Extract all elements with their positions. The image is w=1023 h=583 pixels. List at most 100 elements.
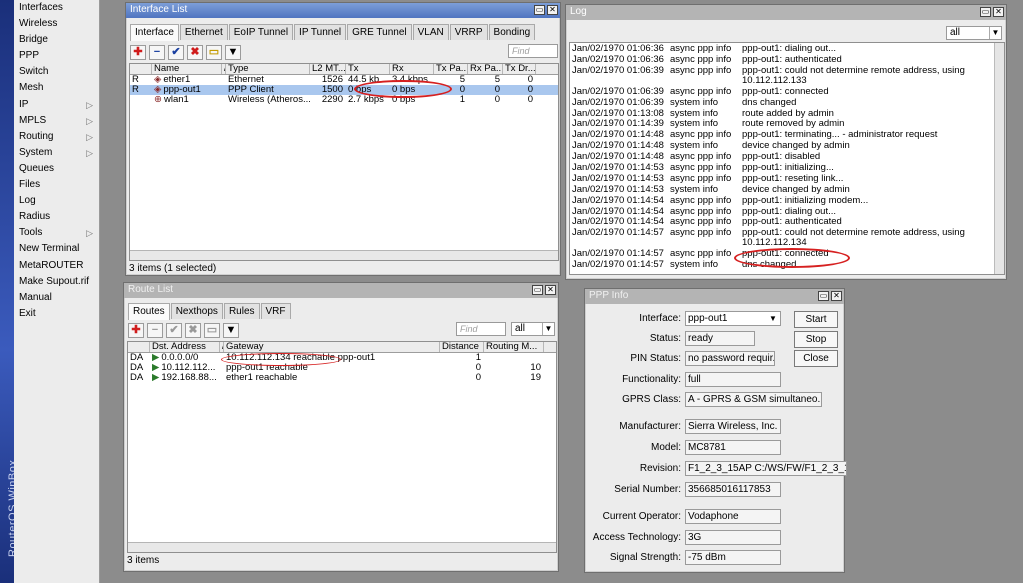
horizontal-scrollbar[interactable] <box>128 542 556 552</box>
close-icon[interactable]: ✕ <box>993 7 1004 17</box>
sidebar-item[interactable]: Manual <box>14 290 99 306</box>
column-header[interactable]: Tx Dr... <box>503 64 536 74</box>
log-row[interactable]: Jan/02/1970 01:14:54 async ppp info ppp-ou… <box>570 195 1004 207</box>
sidebar-item[interactable]: Switch <box>14 64 99 80</box>
column-header[interactable]: Tx Pa... <box>434 64 468 74</box>
restore-icon[interactable]: ▭ <box>532 285 543 295</box>
add-icon[interactable]: ✚ <box>130 44 146 60</box>
sidebar-item[interactable]: PPP <box>14 48 99 64</box>
filter-icon[interactable]: ▼ <box>225 44 241 60</box>
log-row[interactable]: Jan/02/1970 01:14:57 async ppp info ppp-ou… <box>570 228 1004 249</box>
sidebar-item[interactable]: Bridge <box>14 32 99 48</box>
table-row[interactable]: R ◈ ppp-out1 PPP Client 1500 0 bps 0 bps 0 0 0 <box>130 85 558 95</box>
sidebar-item[interactable]: System ▷ <box>14 145 99 161</box>
interface-find-input[interactable]: Find <box>508 44 558 58</box>
table-row[interactable]: ⊕ wlan1 Wireless (Atheros... 2290 2.7 kbps 0 … <box>130 95 558 105</box>
sidebar-item[interactable]: Queues <box>14 161 99 177</box>
vertical-scrollbar[interactable] <box>994 43 1004 274</box>
tab-route[interactable]: Nexthops <box>170 303 223 319</box>
remove-icon[interactable]: − <box>147 322 163 338</box>
interface-tx-drops: 0 <box>527 95 533 105</box>
filter-icon[interactable]: ▼ <box>223 322 239 338</box>
log-row[interactable]: Jan/02/1970 01:06:39 async ppp info ppp-ou… <box>570 65 1004 87</box>
ppp-info-titlebar[interactable]: PPP Info ▭ ✕ <box>585 289 844 304</box>
ppp-field-label: Status: <box>649 333 681 344</box>
comment-icon[interactable]: ▭ <box>204 322 220 338</box>
sidebar-item[interactable]: Interfaces <box>14 0 99 16</box>
column-header[interactable]: Tx <box>346 64 390 74</box>
restore-icon[interactable]: ▭ <box>534 5 545 15</box>
sidebar-item[interactable]: New Terminal <box>14 241 99 257</box>
tab-interface[interactable]: VLAN <box>412 24 449 40</box>
comment-icon[interactable]: ▭ <box>206 44 222 60</box>
column-header[interactable]: Rx <box>390 64 434 74</box>
column-header[interactable]: Gateway <box>224 342 440 352</box>
enable-icon[interactable]: ✔ <box>168 44 184 60</box>
restore-icon[interactable]: ▭ <box>818 291 829 301</box>
route-dst: 192.168.88... <box>161 373 217 383</box>
log-titlebar[interactable]: Log ▭ ✕ <box>566 5 1006 20</box>
interface-list-titlebar[interactable]: Interface List ▭ ✕ <box>126 3 560 18</box>
disable-icon[interactable]: ✖ <box>185 322 201 338</box>
column-header[interactable] <box>128 342 150 352</box>
sidebar-item[interactable]: Make Supout.rif <box>14 274 99 290</box>
sidebar-item[interactable]: Files <box>14 177 99 193</box>
table-row[interactable]: DA ▶ 10.112.112... ppp-out1 reachable 0 10 <box>128 363 556 373</box>
sidebar-item[interactable]: Radius <box>14 209 99 225</box>
sidebar-item[interactable]: Wireless <box>14 16 99 32</box>
column-header[interactable]: Dst. Address <box>150 342 220 352</box>
close-icon[interactable]: ✕ <box>831 291 842 301</box>
table-row[interactable]: DA ▶ 192.168.88... ether1 reachable 0 19 <box>128 373 556 383</box>
tab-interface[interactable]: GRE Tunnel <box>347 24 412 40</box>
tab-interface[interactable]: EoIP Tunnel <box>228 24 294 40</box>
log-row[interactable]: Jan/02/1970 01:06:39 system info dns chang… <box>570 97 1004 109</box>
sidebar-item[interactable]: Mesh <box>14 80 99 96</box>
sidebar-item-label: Queues <box>19 162 55 174</box>
close-icon[interactable]: ✕ <box>545 285 556 295</box>
ppp-info-window: PPP Info ▭ ✕ Interface: ppp-out1 Status: re… <box>584 288 847 573</box>
start-button[interactable]: Start <box>794 311 838 328</box>
tab-route[interactable]: Routes <box>128 303 170 320</box>
sidebar-item[interactable]: MetaROUTER <box>14 258 99 274</box>
column-header[interactable]: Type <box>226 64 310 74</box>
restore-icon[interactable]: ▭ <box>980 7 991 17</box>
tab-route[interactable]: VRF <box>260 303 291 319</box>
column-header[interactable]: Rx Pa... <box>468 64 503 74</box>
tab-route[interactable]: Rules <box>223 303 260 319</box>
tab-interface[interactable]: Bonding <box>488 24 536 40</box>
sidebar-item[interactable]: Routing ▷ <box>14 129 99 145</box>
column-header[interactable] <box>130 64 152 74</box>
close-icon[interactable]: ✕ <box>547 5 558 15</box>
add-icon[interactable]: ✚ <box>128 322 144 338</box>
table-row[interactable]: DA ▶ 0.0.0.0/0 10.112.112.134 reachable ppp… <box>128 353 556 363</box>
table-row[interactable]: R ◈ ether1 Ethernet 1526 44.5 kb... 3.4 kbps 5 5… <box>130 75 558 85</box>
column-header[interactable]: Distance <box>440 342 484 352</box>
column-header[interactable]: Routing M... <box>484 342 544 352</box>
chevron-down-icon[interactable]: ▼ <box>767 312 779 325</box>
horizontal-scrollbar[interactable] <box>130 250 558 260</box>
sidebar-item[interactable]: Tools ▷ <box>14 225 99 241</box>
log-row[interactable]: Jan/02/1970 01:14:57 system info dns chang… <box>570 260 1004 271</box>
tab-interface[interactable]: IP Tunnel <box>294 24 347 40</box>
close-button[interactable]: Close <box>794 350 838 367</box>
tab-interface[interactable]: Interface <box>130 24 179 41</box>
enable-icon[interactable]: ✔ <box>166 322 182 338</box>
stop-button[interactable]: Stop <box>794 331 838 348</box>
interface-status: 3 items (1 selected) <box>129 263 217 274</box>
route-find-input[interactable]: Find <box>456 322 506 336</box>
route-filter-select[interactable]: all ▼ <box>511 322 555 336</box>
tab-interface[interactable]: VRRP <box>449 24 488 40</box>
disable-icon[interactable]: ✖ <box>187 44 203 60</box>
column-header[interactable]: Name <box>152 64 222 74</box>
sidebar-item[interactable]: Exit <box>14 306 99 322</box>
log-filter-select[interactable]: all ▼ <box>946 26 1002 40</box>
route-list-titlebar[interactable]: Route List ▭ ✕ <box>124 283 558 298</box>
interface-tabs: Interface Ethernet EoIP Tunnel IP Tunnel GRE… <box>130 24 536 41</box>
remove-icon[interactable]: − <box>149 44 165 60</box>
column-header[interactable]: L2 MT... <box>310 64 346 74</box>
sidebar-item[interactable]: Log <box>14 193 99 209</box>
sidebar-item[interactable]: IP ▷ <box>14 97 99 113</box>
sidebar-item[interactable]: MPLS ▷ <box>14 113 99 129</box>
tab-interface[interactable]: Ethernet <box>179 24 228 40</box>
row-flag: R <box>132 85 139 95</box>
